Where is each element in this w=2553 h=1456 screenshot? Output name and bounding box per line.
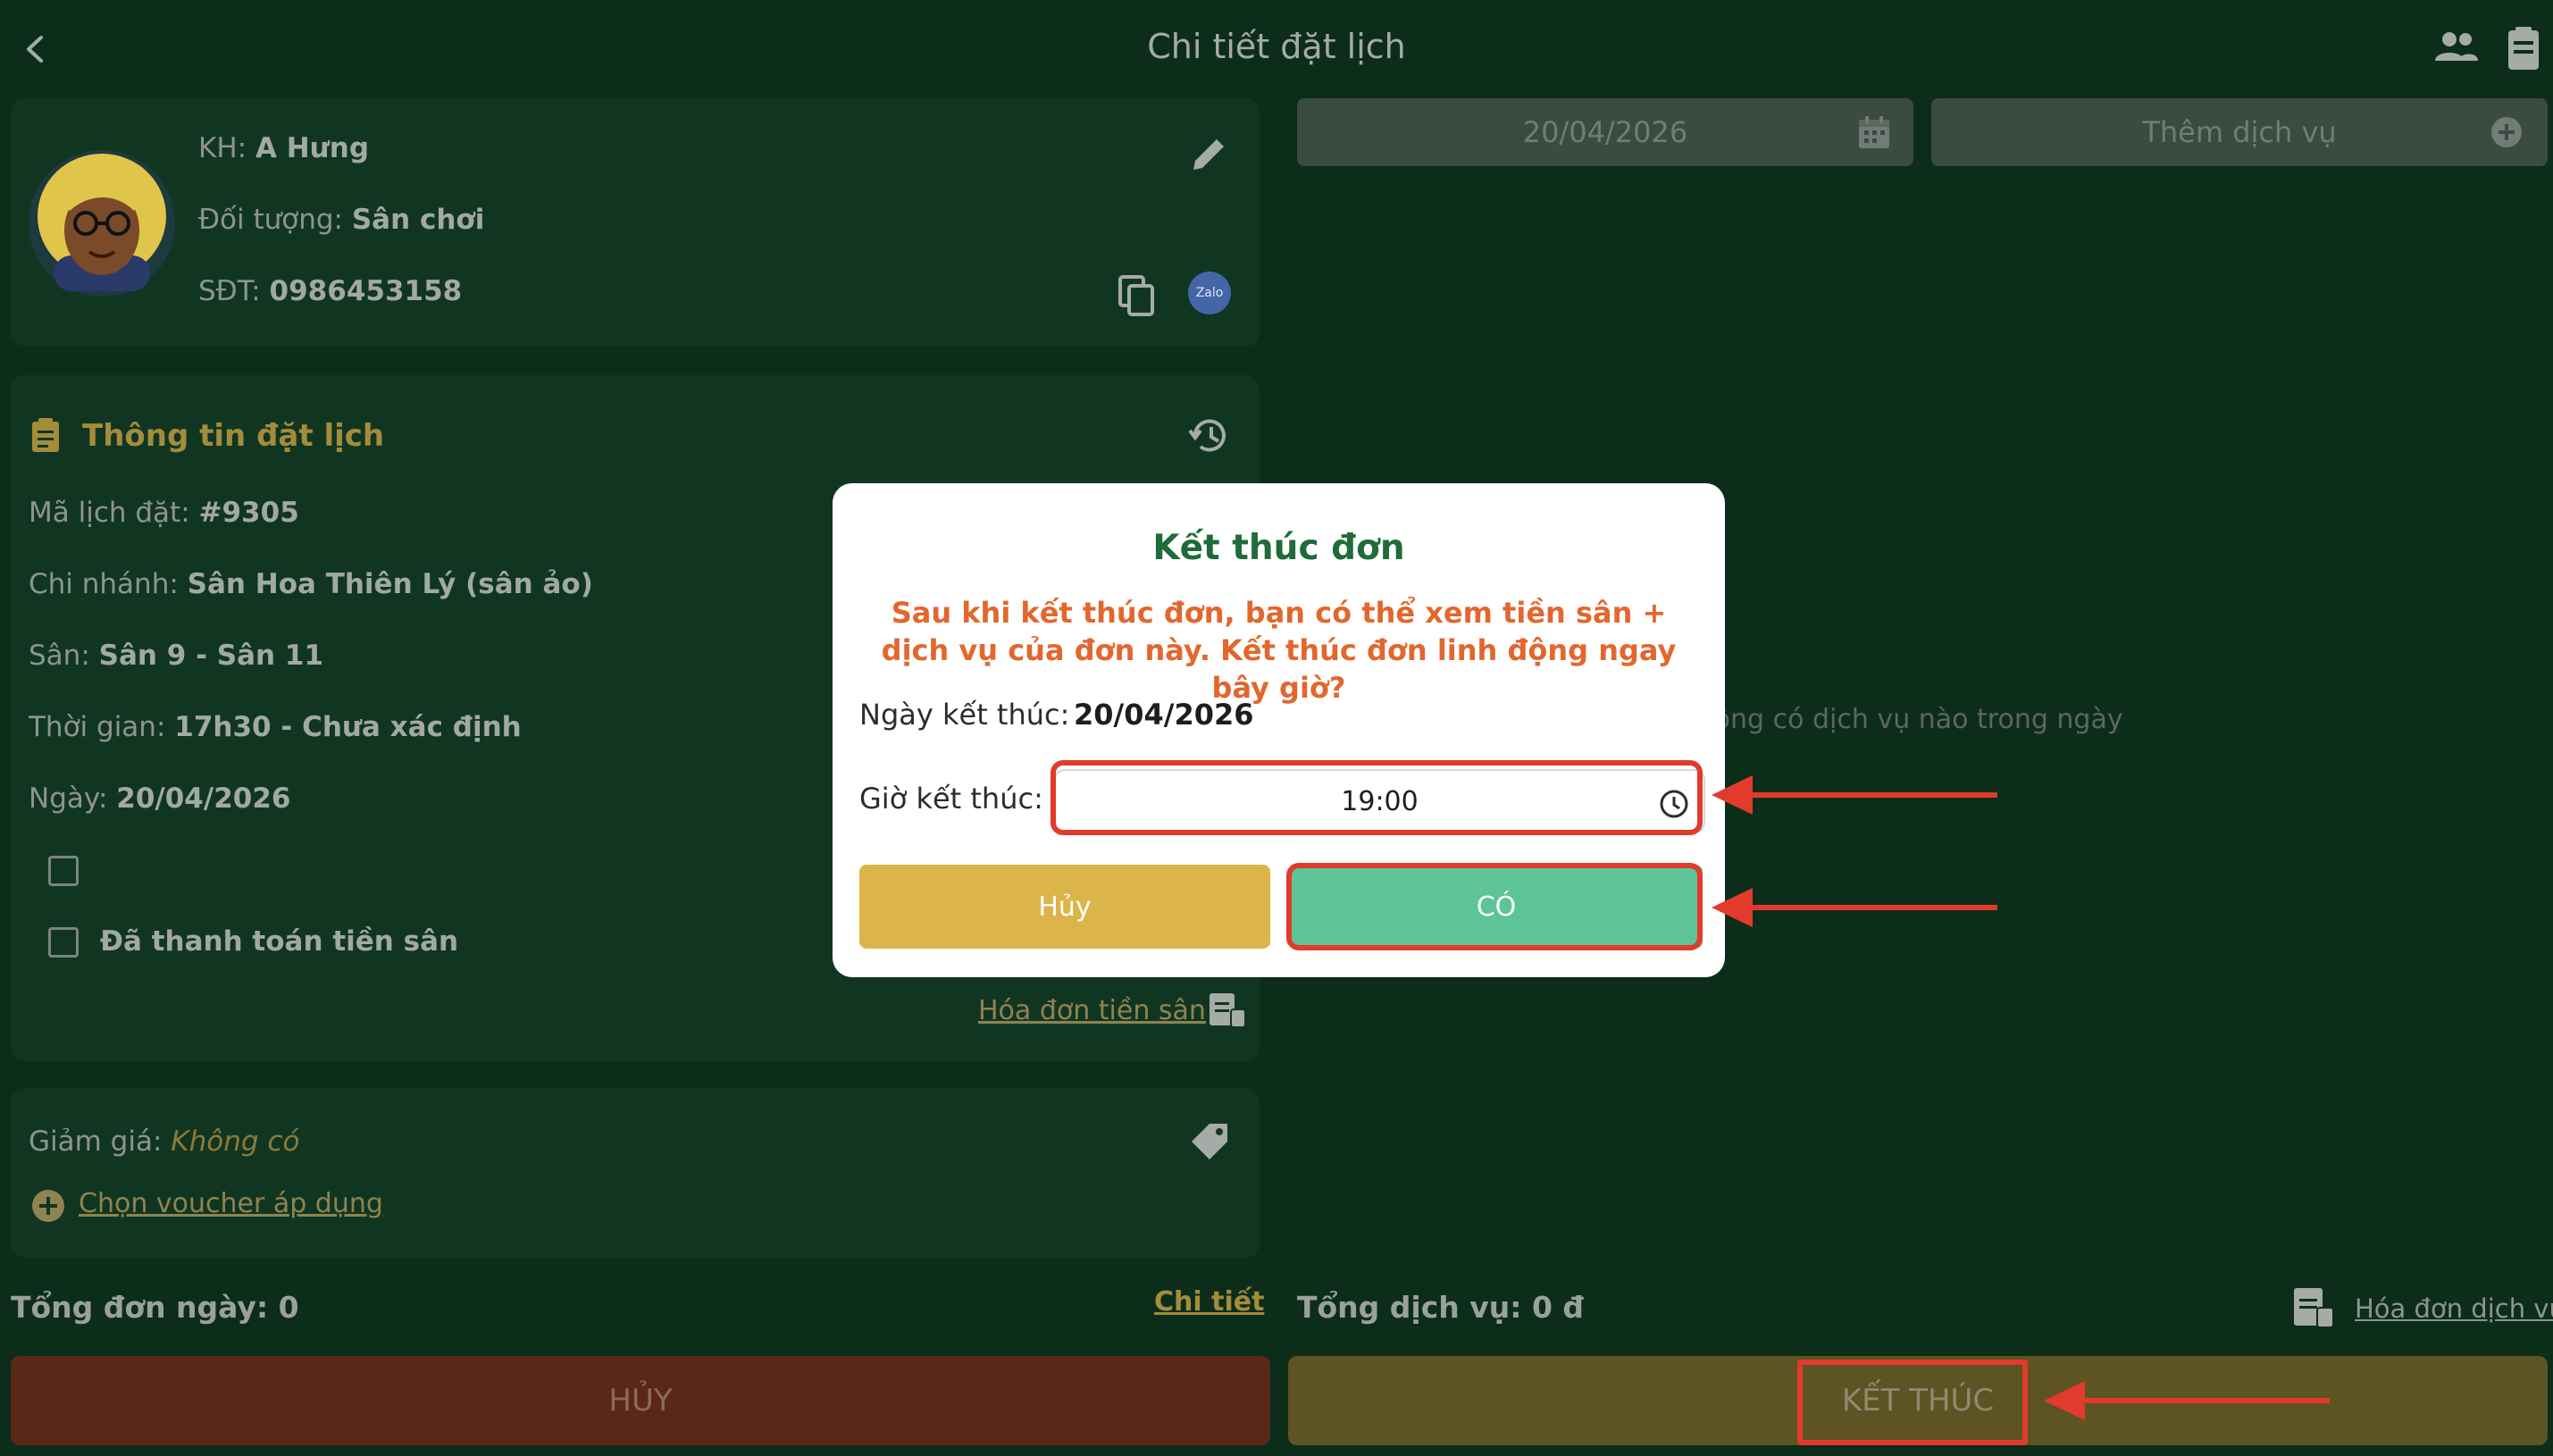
add-service-label: Thêm dịch vụ <box>2142 115 2337 149</box>
branch-value: Sân Hoa Thiên Lý (sân ảo) <box>187 568 593 600</box>
end-date-value: 20/04/2026 <box>1074 698 1254 732</box>
zalo-button[interactable]: Zalo <box>1188 272 1231 314</box>
arrow-time-icon <box>1712 775 1997 815</box>
tag-button[interactable] <box>1186 1118 1233 1168</box>
end-time-label: Giờ kết thúc: <box>859 782 1043 816</box>
avatar <box>27 148 177 298</box>
discount-value: Không có <box>171 1125 300 1158</box>
people-icon <box>2435 32 2478 61</box>
service-invoice-link[interactable]: Hóa đơn dịch vụ <box>2355 1293 2553 1324</box>
calendar-icon <box>1859 116 1889 148</box>
highlight-frame-time <box>1050 760 1703 835</box>
history-icon <box>1188 419 1226 452</box>
customer-phone-label: SĐT: <box>198 275 261 307</box>
booking-code-label: Mã lịch đặt: <box>29 497 190 529</box>
day-total: Tổng đơn ngày: 0 <box>11 1290 299 1325</box>
pencil-icon <box>1193 139 1224 170</box>
end-date-label: Ngày kết thúc: <box>859 698 1070 732</box>
history-button[interactable] <box>1186 413 1233 463</box>
paid-label: Đã thanh toán tiền sân <box>100 925 459 958</box>
clipboard-icon <box>2508 27 2539 70</box>
date-picker[interactable]: 20/04/2026 <box>1297 98 1913 166</box>
booking-section-title: Thông tin đặt lịch <box>82 418 385 454</box>
branch-label: Chi nhánh: <box>29 568 179 600</box>
detail-link[interactable]: Chi tiết <box>1154 1286 1264 1318</box>
tag-icon <box>1192 1124 1227 1159</box>
court-value: Sân 9 - Sân 11 <box>98 640 324 672</box>
empty-services-text: Không có dịch vụ nào trong ngày <box>1679 704 2123 735</box>
page-title: Chi tiết đặt lịch <box>1147 27 1406 66</box>
dialog-title: Kết thúc đơn <box>1152 528 1405 568</box>
add-service-button[interactable]: Thêm dịch vụ <box>1931 98 2548 166</box>
voucher-link[interactable]: Chọn voucher áp dụng <box>79 1188 383 1219</box>
time-value: 17h30 - Chưa xác định <box>174 711 522 743</box>
service-total: Tổng dịch vụ: 0 đ <box>1297 1290 1585 1325</box>
edit-button[interactable] <box>1188 132 1231 179</box>
arrow-confirm-icon <box>1712 888 1997 927</box>
receipt-icon <box>1208 992 1247 1033</box>
unlabeled-checkbox[interactable] <box>48 856 79 886</box>
customer-name: A Hưng <box>255 132 370 164</box>
copy-button[interactable] <box>1117 273 1158 322</box>
booking-code: #9305 <box>198 497 299 529</box>
customer-card: KH: A Hưng Đối tượng: Sân chơi SĐT: 0986… <box>11 98 1260 347</box>
plus-circle-icon <box>2491 117 2522 147</box>
highlight-frame-confirm <box>1286 863 1703 950</box>
customer-type: Sân chơi <box>351 204 485 236</box>
service-receipt-icon <box>2292 1286 2337 1333</box>
highlight-frame-finish <box>1797 1360 2028 1445</box>
court-invoice-link[interactable]: Hóa đơn tiền sân <box>978 995 1206 1026</box>
dialog-cancel-button[interactable]: Hủy <box>859 865 1270 949</box>
clipboard-button[interactable] <box>2507 25 2549 75</box>
date-value: 20/04/2026 <box>116 782 291 815</box>
copy-icon <box>1118 275 1154 316</box>
customer-phone: 0986453158 <box>269 275 463 307</box>
date-picker-value: 20/04/2026 <box>1522 115 1688 149</box>
people-button[interactable] <box>2433 27 2480 71</box>
court-label: Sân: <box>29 640 90 672</box>
customer-name-label: KH: <box>198 132 247 164</box>
add-circle-icon <box>30 1188 66 1227</box>
date-label: Ngày: <box>29 782 108 815</box>
discount-card: Giảm giá: Không có Chọn voucher áp dụng <box>11 1088 1260 1258</box>
clipboard-icon <box>30 418 61 457</box>
cancel-booking-button[interactable]: HỦY <box>11 1356 1270 1445</box>
dialog-message: Sau khi kết thúc đơn, bạn có thể xem tiề… <box>881 596 1677 705</box>
discount-label: Giảm giá: <box>29 1125 163 1158</box>
zalo-label: Zalo <box>1195 286 1224 300</box>
time-label: Thời gian: <box>29 711 166 743</box>
arrow-finish-icon <box>2044 1381 2330 1420</box>
customer-type-label: Đối tượng: <box>198 204 343 236</box>
paid-checkbox[interactable] <box>48 927 79 958</box>
